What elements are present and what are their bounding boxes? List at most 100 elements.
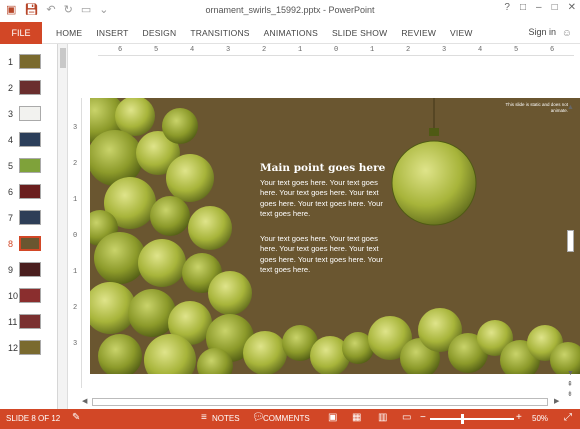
thumbnail-slide-3[interactable]: 3 — [0, 102, 58, 128]
ruler-label: 1 — [370, 46, 375, 54]
previous-slide-icon[interactable]: ⇞ — [567, 380, 573, 388]
ribbon-display-options-icon[interactable]: □ — [520, 2, 526, 13]
thumbnail-slide-5[interactable]: 5 — [0, 154, 58, 180]
zoom-level[interactable]: 50% — [532, 414, 548, 423]
thumbnail-image — [19, 132, 41, 147]
zoom-slider[interactable] — [430, 418, 514, 420]
spelling-check-icon[interactable]: ✎ — [72, 412, 80, 423]
thumbnail-number: 3 — [8, 109, 14, 119]
thumbnail-number: 8 — [8, 239, 14, 249]
ruler-label: 6 — [550, 46, 555, 54]
slide-body-paragraph-1[interactable]: Your text goes here. Your text goes here… — [260, 178, 384, 220]
slide-indicator: SLIDE 8 OF 12 — [6, 414, 61, 423]
tab-view[interactable]: VIEW — [450, 28, 473, 38]
hanging-ornament — [391, 98, 477, 226]
ribbon-tabs: FILE HOME INSERT DESIGN TRANSITIONS ANIM… — [0, 21, 580, 44]
comments-button[interactable]: COMMENTS — [263, 414, 310, 423]
ruler-label: 5 — [154, 46, 159, 54]
slide[interactable]: Main point goes here Your text goes here… — [90, 98, 580, 374]
scrollbar-thumb[interactable] — [567, 230, 574, 252]
thumbnail-slide-10[interactable]: 10 — [0, 284, 58, 310]
ruler-label: 6 — [118, 46, 123, 54]
tab-insert[interactable]: INSERT — [96, 28, 128, 38]
thumbnail-image — [19, 210, 41, 225]
zoom-out-icon[interactable]: − — [420, 412, 426, 423]
thumbnail-number: 2 — [8, 83, 14, 93]
powerpoint-window: ▣ 💾︎ ↶ ↻ ▭ ⌄ ornament_swirls_15992.pptx … — [0, 0, 580, 429]
thumbnail-image — [19, 314, 41, 329]
help-icon[interactable]: ? — [504, 2, 510, 13]
tab-slide-show[interactable]: SLIDE SHOW — [332, 28, 387, 38]
thumbnail-slide-11[interactable]: 11 — [0, 310, 58, 336]
maximize-icon[interactable]: □ — [552, 2, 558, 13]
horizontal-scrollbar[interactable]: ◀ ▶ — [82, 397, 564, 407]
ruler-label: 2 — [73, 304, 78, 312]
scrollbar-thumb[interactable] — [92, 398, 548, 406]
thumbnail-image — [19, 184, 41, 199]
vertical-scrollbar[interactable]: ▲ ▼ ⇞ ⇟ — [564, 100, 576, 400]
reading-view-icon[interactable]: ▥ — [378, 412, 387, 423]
thumbnail-slide-2[interactable]: 2 — [0, 76, 58, 102]
thumbnail-image — [19, 288, 41, 303]
thumbnail-number: 9 — [8, 265, 14, 275]
thumbnail-number: 4 — [8, 135, 14, 145]
tab-animations[interactable]: ANIMATIONS — [264, 28, 318, 38]
ruler-label: 2 — [73, 160, 78, 168]
next-slide-icon[interactable]: ⇟ — [567, 390, 573, 398]
close-icon[interactable]: ✕ — [568, 2, 576, 13]
fit-slide-icon[interactable]: ⤢ — [564, 412, 572, 423]
notes-button[interactable]: NOTES — [212, 414, 240, 423]
scroll-down-icon[interactable]: ▼ — [567, 370, 574, 377]
thumbnail-image — [19, 158, 41, 173]
ornament-cluster-bottom — [243, 308, 580, 374]
thumbnail-number: 1 — [8, 57, 14, 67]
scroll-left-icon[interactable]: ◀ — [82, 397, 87, 405]
scroll-right-icon[interactable]: ▶ — [554, 397, 559, 405]
slide-body-paragraph-2[interactable]: Your text goes here. Your text goes here… — [260, 234, 384, 276]
slide-show-icon[interactable]: ▭ — [402, 412, 411, 423]
ruler-label: 4 — [478, 46, 483, 54]
thumbnail-slide-8[interactable]: 8 — [0, 232, 58, 258]
smiley-icon[interactable]: ☺ — [562, 28, 572, 39]
tab-design[interactable]: DESIGN — [143, 28, 177, 38]
thumbnail-image — [19, 236, 41, 251]
thumbnail-image — [19, 340, 41, 355]
slide-canvas: 6 5 4 3 2 1 0 1 2 3 4 5 6 3 2 1 0 1 2 3 — [68, 44, 580, 409]
tab-transitions[interactable]: TRANSITIONS — [190, 28, 249, 38]
tab-review[interactable]: REVIEW — [401, 28, 436, 38]
zoom-slider-knob[interactable] — [461, 414, 464, 424]
thumbnail-number: 10 — [8, 291, 19, 301]
normal-view-icon[interactable]: ▣ — [328, 412, 337, 423]
ruler-label: 3 — [73, 124, 78, 132]
thumbnail-number: 5 — [8, 161, 14, 171]
tab-home[interactable]: HOME — [56, 28, 82, 38]
thumbnail-number: 11 — [8, 317, 18, 327]
tab-file[interactable]: FILE — [0, 21, 42, 44]
thumbnail-scrollbar[interactable] — [58, 44, 68, 409]
title-bar: ▣ 💾︎ ↶ ↻ ▭ ⌄ ornament_swirls_15992.pptx … — [0, 0, 580, 22]
thumbnail-number: 12 — [8, 343, 19, 353]
window-controls: ? □ – □ ✕ — [504, 2, 576, 13]
slide-sorter-icon[interactable]: ▦ — [352, 412, 361, 423]
ruler-label: 1 — [73, 196, 78, 204]
status-bar: SLIDE 8 OF 12 ✎ ≡ NOTES 💬︎ COMMENTS ▣ ▦ … — [0, 409, 580, 429]
minimize-icon[interactable]: – — [536, 2, 542, 13]
ruler-label: 1 — [298, 46, 303, 54]
sign-in-link[interactable]: Sign in — [528, 27, 556, 37]
thumbnail-slide-7[interactable]: 7 — [0, 206, 58, 232]
slide-title[interactable]: Main point goes here — [260, 162, 385, 174]
scrollbar-thumb[interactable] — [60, 48, 66, 68]
thumbnail-slide-9[interactable]: 9 — [0, 258, 58, 284]
thumbnail-slide-12[interactable]: 12 — [0, 336, 58, 362]
ornament-cluster-left — [90, 98, 254, 374]
notes-icon[interactable]: ≡ — [201, 412, 207, 423]
thumbnail-slide-1[interactable]: 1 — [0, 50, 58, 76]
thumbnail-image — [19, 106, 41, 121]
thumbnail-slide-6[interactable]: 6 — [0, 180, 58, 206]
zoom-in-icon[interactable]: + — [516, 412, 522, 423]
ruler-label: 2 — [406, 46, 411, 54]
scroll-up-icon[interactable]: ▲ — [567, 104, 574, 111]
thumbnail-slide-4[interactable]: 4 — [0, 128, 58, 154]
ruler-label: 0 — [334, 46, 339, 54]
thumbnail-image — [19, 80, 41, 95]
